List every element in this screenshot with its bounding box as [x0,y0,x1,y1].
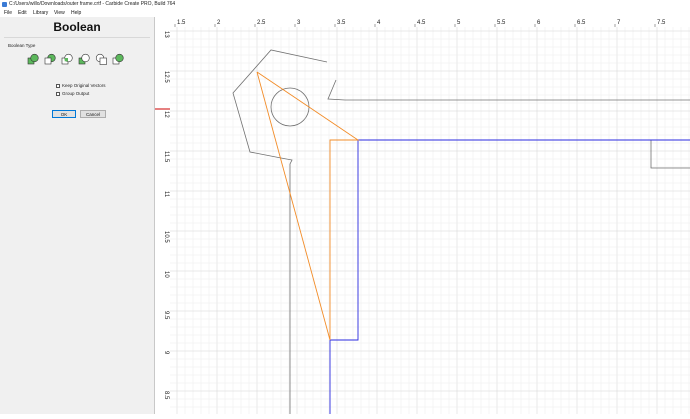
bool-union-button[interactable] [26,52,39,65]
difference-icon [95,53,107,65]
bool-exclude-button[interactable] [111,52,124,65]
exclude-icon [112,53,124,65]
divider [4,37,150,38]
x-tick-label: 6.5 [577,20,586,26]
intersect-icon [61,53,73,65]
group-output-label: Group Output [62,91,90,96]
subtract-reverse-icon [78,53,90,65]
x-tick-label: 4.5 [417,20,426,26]
cancel-button[interactable]: Cancel [80,110,106,118]
x-tick-label: 7.5 [657,20,666,26]
bool-subtract-reverse-button[interactable] [77,52,90,65]
boolean-panel: Boolean Boolean Type Keep Original Vecto… [0,17,155,414]
menu-library[interactable]: Library [33,9,48,17]
bool-difference-button[interactable] [94,52,107,65]
group-output-checkbox[interactable] [56,92,60,96]
x-tick-label: 3.5 [337,20,346,26]
menu-edit[interactable]: Edit [18,9,27,17]
ok-button[interactable]: OK [52,110,76,118]
panel-title: Boolean [53,20,101,34]
window-title: C:/Users/willo/Downloads/outer frame.crt… [9,1,176,7]
y-tick-label: 9.5 [163,311,169,320]
y-tick-label: 11.5 [163,151,169,163]
x-tick-label: 2.5 [257,20,266,26]
canvas-svg[interactable]: 1.5 2 2.5 3 3.5 4 4.5 5 5.5 6 6.5 7 7.5 1312.51211.5… [155,17,690,414]
menu-bar: File Edit Library View Help [0,9,690,17]
bool-intersect-button[interactable] [60,52,73,65]
y-tick-label: 13 [163,31,169,38]
y-tick-label: 10 [163,271,169,278]
y-tick-label: 10.5 [163,231,169,243]
keep-original-label: Keep Original Vectors [62,83,106,88]
menu-file[interactable]: File [4,9,12,17]
x-tick-label: 5.5 [497,20,506,26]
design-canvas[interactable]: 1.5 2 2.5 3 3.5 4 4.5 5 5.5 6 6.5 7 7.5 13 12.5 12 11.5… [155,17,690,414]
menu-view[interactable]: View [54,9,65,17]
x-tick-label: 1.5 [177,20,186,26]
y-tick-label: 8.5 [163,391,169,400]
y-tick-label: 12 [163,111,169,118]
bool-subtract-button[interactable] [43,52,56,65]
union-icon [27,53,39,65]
keep-original-checkbox[interactable] [56,84,60,88]
subtract-icon [44,53,56,65]
y-tick-label: 12.5 [163,71,169,83]
y-tick-label: 11 [163,191,169,198]
boolean-type-label: Boolean Type [8,43,36,48]
title-bar: C:/Users/willo/Downloads/outer frame.crt… [0,0,690,9]
menu-help[interactable]: Help [71,9,81,17]
app-icon [2,2,7,7]
